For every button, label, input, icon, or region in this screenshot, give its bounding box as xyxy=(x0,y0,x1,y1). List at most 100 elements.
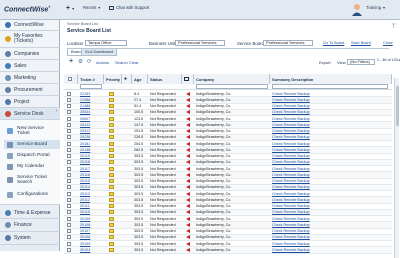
view-select[interactable]: (No Filters) xyxy=(347,59,375,65)
summary-link[interactable]: Check Remote Backup xyxy=(272,217,310,221)
ticket-number-link[interactable]: 20115 xyxy=(80,179,90,183)
summary-link[interactable]: Check Remote Backup xyxy=(272,235,310,239)
clear-button[interactable]: Clear xyxy=(129,60,139,65)
ticket-number-link[interactable]: 20238 xyxy=(80,135,90,139)
summary-link[interactable]: Check Remote Backup xyxy=(272,160,310,164)
column-header-age[interactable]: Age xyxy=(132,74,148,84)
sub-item-my-calendar[interactable]: My Calendar xyxy=(4,162,60,171)
row-checkbox[interactable] xyxy=(67,147,71,152)
summary-link[interactable]: Check Remote Backup xyxy=(272,179,310,183)
summary-link[interactable]: Check Remote Backup xyxy=(272,154,310,158)
row-checkbox[interactable] xyxy=(67,185,71,190)
column-header-status[interactable]: Status xyxy=(148,74,182,84)
app-logo[interactable]: ConnectWise® xyxy=(4,5,51,13)
row-checkbox[interactable] xyxy=(67,129,71,133)
chat-support-button[interactable]: Chat with Support xyxy=(109,5,149,10)
summary-link[interactable]: Check Remote Backup xyxy=(272,148,310,152)
save-board-link[interactable]: Save Board xyxy=(351,41,371,45)
summary-link[interactable]: Check Remote Backup xyxy=(272,129,310,133)
sidebar-item-service-desk[interactable]: Service Desk xyxy=(0,108,60,120)
summary-link[interactable]: Check Remote Backup xyxy=(272,123,310,127)
ticket-number-link[interactable]: 20534 xyxy=(80,110,90,114)
row-checkbox[interactable] xyxy=(67,204,71,208)
sub-item-dispatch-portal[interactable]: Dispatch Portal xyxy=(4,151,60,160)
column-header-owner[interactable]: ● xyxy=(122,74,132,84)
summary-link[interactable]: Check Remote Backup xyxy=(272,204,310,208)
ticket-filter-input[interactable] xyxy=(80,84,102,89)
sidebar-item-favorites[interactable]: My Favorites (Tickets) xyxy=(0,31,60,48)
ticket-number-link[interactable]: 20007 xyxy=(80,117,90,121)
ticket-number-link[interactable]: 20117 xyxy=(80,167,90,171)
summary-link[interactable]: Check Remote Backup xyxy=(272,98,310,102)
ticket-number-link[interactable]: 22153 xyxy=(80,92,90,96)
add-icon[interactable]: + xyxy=(69,58,73,65)
column-header-flag[interactable] xyxy=(182,74,194,84)
vertical-scrollbar[interactable] xyxy=(394,78,399,258)
select-all-header[interactable] xyxy=(64,74,78,84)
close-link[interactable]: Close xyxy=(383,41,393,45)
sidebar-item-sales[interactable]: Sales xyxy=(0,60,60,72)
sidebar-item-companies[interactable]: Companies xyxy=(0,48,60,60)
row-checkbox[interactable] xyxy=(67,179,71,183)
summary-link[interactable]: Check Remote Backup xyxy=(272,167,310,171)
ticket-number-link[interactable]: 21488 xyxy=(80,104,90,108)
ticket-number-link[interactable]: 21988 xyxy=(80,98,90,102)
scrollbar-thumb[interactable] xyxy=(395,86,399,126)
row-checkbox[interactable] xyxy=(67,91,71,96)
sub-item-service-board[interactable]: Service Board xyxy=(4,140,60,149)
summary-link[interactable]: Check Remote Backup xyxy=(272,110,310,114)
summary-link[interactable]: Check Remote Backup xyxy=(272,135,310,139)
row-checkbox[interactable] xyxy=(67,241,71,246)
sidebar-item-time-expense[interactable]: Time & Expense xyxy=(0,207,60,219)
ticket-number-link[interactable]: 20313 xyxy=(80,129,90,133)
column-header-ticket[interactable]: Ticket # xyxy=(78,74,104,84)
sidebar-item-project[interactable]: Project xyxy=(0,96,60,108)
summary-link[interactable]: Check Remote Backup xyxy=(272,142,310,146)
ticket-number-link[interactable]: 20110 xyxy=(80,210,90,214)
ticket-number-link[interactable]: 20112 xyxy=(80,198,90,202)
row-checkbox[interactable] xyxy=(67,197,71,202)
summary-link[interactable]: Check Remote Backup xyxy=(272,117,310,121)
row-checkbox[interactable] xyxy=(67,116,71,121)
breadcrumb[interactable]: Service Board List xyxy=(67,22,98,26)
ticket-number-link[interactable]: 20105 xyxy=(80,242,90,246)
actions-menu[interactable]: Actions xyxy=(96,60,109,65)
sidebar-item-procurement[interactable]: Procurement xyxy=(0,84,60,96)
summary-link[interactable]: Check Remote Backup xyxy=(272,104,310,108)
row-checkbox[interactable] xyxy=(67,135,71,140)
collapse-icon[interactable]: ‹ xyxy=(56,108,58,114)
ticket-number-link[interactable]: 20106 xyxy=(80,235,90,239)
location-select[interactable]: Tampa Office xyxy=(85,40,127,46)
filter-icon[interactable]: ⊤ xyxy=(391,23,396,30)
summary-link[interactable]: Check Remote Backup xyxy=(272,192,310,196)
ticket-number-link[interactable]: 20111 xyxy=(80,204,90,208)
row-checkbox[interactable] xyxy=(67,166,71,171)
ticket-number-link[interactable]: 20114 xyxy=(80,185,90,189)
ticket-number-link[interactable]: 20104 xyxy=(80,248,90,252)
row-checkbox[interactable] xyxy=(67,160,71,165)
table-row[interactable]: 20104 303.5 Not Responded IndigoStrawberry,… xyxy=(64,247,392,254)
sub-item-ticket-search[interactable]: Service Ticket Search xyxy=(4,173,60,187)
summary-link[interactable]: Check Remote Backup xyxy=(272,185,310,189)
ticket-number-link[interactable]: 20116 xyxy=(80,173,90,177)
export-button[interactable]: Export xyxy=(319,60,331,65)
recent-menu-button[interactable]: Recent ▾ xyxy=(83,5,100,10)
row-checkbox[interactable] xyxy=(67,247,71,252)
row-checkbox[interactable] xyxy=(67,210,71,215)
new-menu-button[interactable]: + ▾ xyxy=(66,5,74,12)
summary-link[interactable]: Check Remote Backup xyxy=(272,223,310,227)
tab-sla-dashboard[interactable]: SLA Dashboard xyxy=(81,49,118,56)
sub-item-configurations[interactable]: Configurations xyxy=(4,190,60,199)
summary-link[interactable]: Check Remote Backup xyxy=(272,248,310,252)
ticket-number-link[interactable]: 20109 xyxy=(80,217,90,221)
service-board-select[interactable]: Professional Services xyxy=(263,40,313,46)
summary-link[interactable]: Check Remote Backup xyxy=(272,229,310,233)
sub-item-new-ticket[interactable]: New Service Ticket xyxy=(4,124,60,138)
summary-link[interactable]: Check Remote Backup xyxy=(272,242,310,246)
summary-link[interactable]: Check Remote Backup xyxy=(272,210,310,214)
row-checkbox[interactable] xyxy=(67,154,71,158)
summary-link[interactable]: Check Remote Backup xyxy=(272,198,310,202)
ticket-number-link[interactable]: 20413 xyxy=(80,123,90,127)
ticket-number-link[interactable]: 20148 xyxy=(80,148,90,152)
select-all-checkbox[interactable] xyxy=(68,76,72,81)
